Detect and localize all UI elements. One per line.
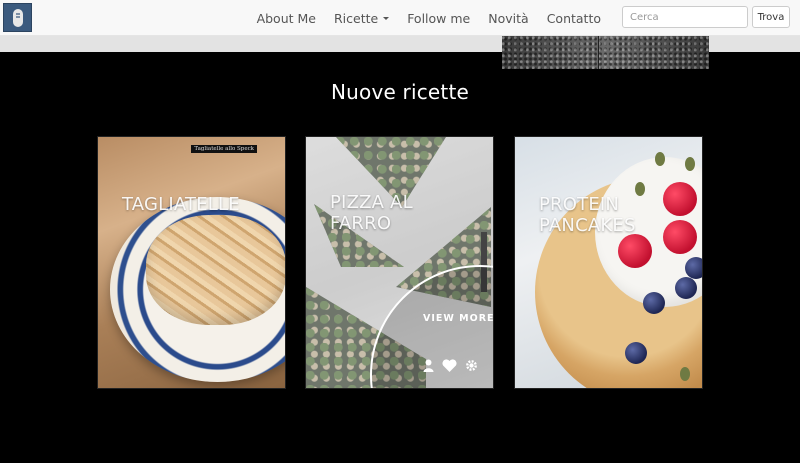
card-title: Protein pancakes [539,194,636,236]
gear-icon[interactable] [465,359,478,372]
card-title: Tagliatelle [122,194,240,215]
pasta-image [146,215,285,325]
view-more-link[interactable]: VIEW MORE [423,313,493,324]
navbar: About Me Ricette Follow me Novità Contat… [0,0,800,36]
heart-icon[interactable] [442,359,457,372]
search-input[interactable] [622,6,748,28]
section-title: Nuove ricette [330,80,470,104]
raspberry-image [618,234,652,268]
search-button[interactable]: Trova [752,6,790,28]
logo-icon [12,8,23,27]
card-actions [423,359,478,372]
blueberry-image [675,277,697,299]
blueberry-image [643,292,665,314]
nav-follow-me[interactable]: Follow me [398,0,479,36]
blueberry-image [625,342,647,364]
hero-image [502,36,709,69]
recipe-card-tagliatelle[interactable]: Tagliatelle allo Speck Tagliatelle [97,136,286,389]
seed-image [685,157,695,171]
nav-links: About Me Ricette Follow me Novità Contat… [248,0,610,36]
recipe-tag: Tagliatelle allo Speck [191,145,257,153]
nav-about-me[interactable]: About Me [248,0,325,36]
nav-contatto[interactable]: Contatto [538,0,610,36]
card-title: Pizza al farro [330,192,413,234]
seed-image [655,152,665,166]
seed-image [680,367,690,381]
site-logo[interactable] [3,3,32,32]
user-icon[interactable] [423,359,434,372]
chevron-down-icon [383,16,390,20]
nav-ricette-dropdown[interactable]: Ricette [325,0,398,36]
recipe-card-pizza[interactable]: Pizza al farro VIEW MORE [305,136,494,389]
recipe-card-pancakes[interactable]: Protein pancakes [514,136,703,389]
nav-novita[interactable]: Novità [479,0,537,36]
blueberry-image [685,257,702,279]
